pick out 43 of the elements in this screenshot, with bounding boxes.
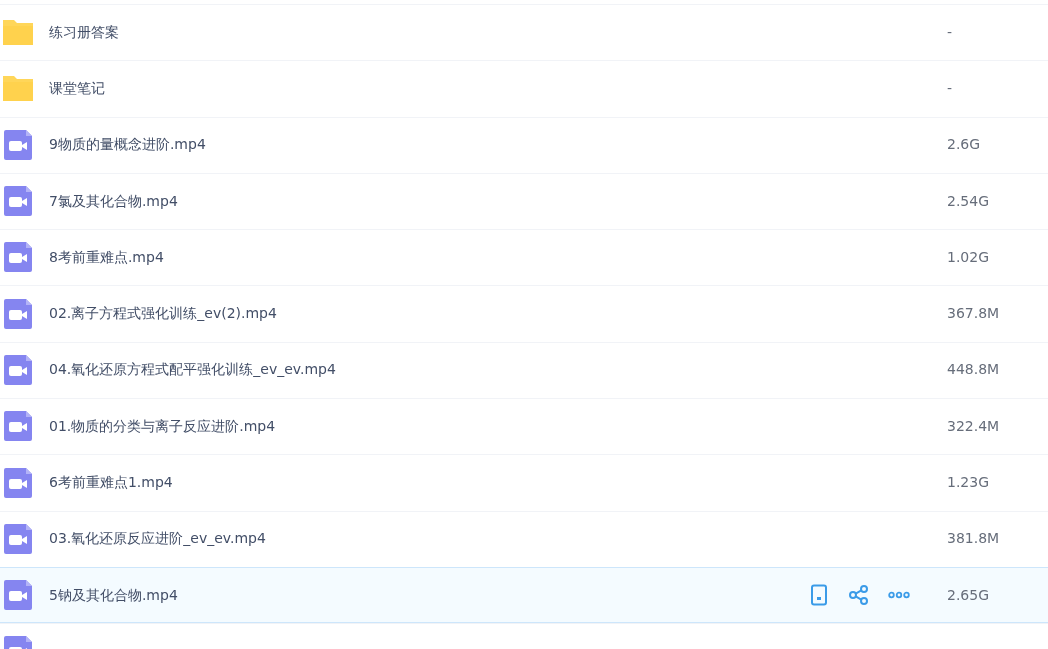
file-row[interactable]: 练习册答案 - xyxy=(0,4,1048,61)
video-file-icon xyxy=(2,410,34,443)
file-name[interactable]: 8考前重难点.mp4 xyxy=(49,246,947,268)
file-size: 322.4M xyxy=(947,416,1001,436)
file-row[interactable]: 7氯及其化合物.mp4 2.54G xyxy=(0,172,1048,230)
file-row[interactable]: 04.氧化还原方程式配平强化训练_ev_ev.mp4 448.8M xyxy=(0,341,1048,399)
file-size: - xyxy=(947,22,954,42)
file-size: 448.8M xyxy=(947,360,1001,380)
file-row[interactable]: 9物质的量概念进阶.mp4 2.6G xyxy=(0,116,1048,173)
file-name[interactable]: 课堂笔记 xyxy=(49,77,947,99)
file-name[interactable]: 04.氧化还原方程式配平强化训练_ev_ev.mp4 xyxy=(49,359,947,381)
file-name[interactable]: 5钠及其化合物.mp4 xyxy=(49,584,807,606)
file-size: 1.02G xyxy=(947,247,991,267)
file-name[interactable]: 练习册答案 xyxy=(49,21,947,43)
video-file-icon xyxy=(2,297,34,330)
share-icon[interactable] xyxy=(847,583,871,608)
file-name[interactable]: 9物质的量概念进阶.mp4 xyxy=(49,134,947,156)
file-row[interactable]: 03.氧化还原反应进阶_ev_ev.mp4 381.8M xyxy=(0,510,1048,567)
file-size: - xyxy=(947,78,954,98)
file-name[interactable]: 7氯及其化合物.mp4 xyxy=(49,190,947,212)
video-file-icon xyxy=(2,466,34,499)
file-row[interactable]: 02.离子方程式强化训练_ev(2).mp4 367.8M xyxy=(0,285,1048,342)
file-size: 2.6G xyxy=(947,135,982,155)
file-name[interactable]: 01.物质的分类与离子反应进阶.mp4 xyxy=(49,415,947,437)
file-row[interactable]: 5钠及其化合物.mp4 2.65G xyxy=(0,566,1048,624)
video-file-icon xyxy=(2,128,34,161)
file-size: 367.8M xyxy=(947,304,1001,324)
file-row[interactable]: 8考前重难点.mp4 1.02G xyxy=(0,229,1048,286)
file-size: 1.23G xyxy=(947,473,991,492)
file-name[interactable]: 02.离子方程式强化训练_ev(2).mp4 xyxy=(49,303,947,325)
file-name[interactable]: 03.氧化还原反应进阶_ev_ev.mp4 xyxy=(49,528,947,550)
file-row[interactable]: 课堂笔记 - xyxy=(0,60,1048,117)
video-file-icon xyxy=(2,579,34,612)
file-row[interactable]: 6考前重难点1.mp4 1.23G xyxy=(0,454,1048,511)
video-file-icon xyxy=(2,353,34,386)
video-file-icon xyxy=(2,241,34,274)
video-file-icon xyxy=(2,185,34,218)
file-row[interactable]: 01.物质的分类与离子反应进阶.mp4 322.4M xyxy=(0,398,1048,455)
video-file-icon xyxy=(2,522,34,555)
file-size: 2.54G xyxy=(947,191,991,211)
file-size: 2.65G xyxy=(947,585,991,605)
file-name[interactable]: 6考前重难点1.mp4 xyxy=(49,472,947,493)
file-size: 381.8M xyxy=(947,529,1001,549)
